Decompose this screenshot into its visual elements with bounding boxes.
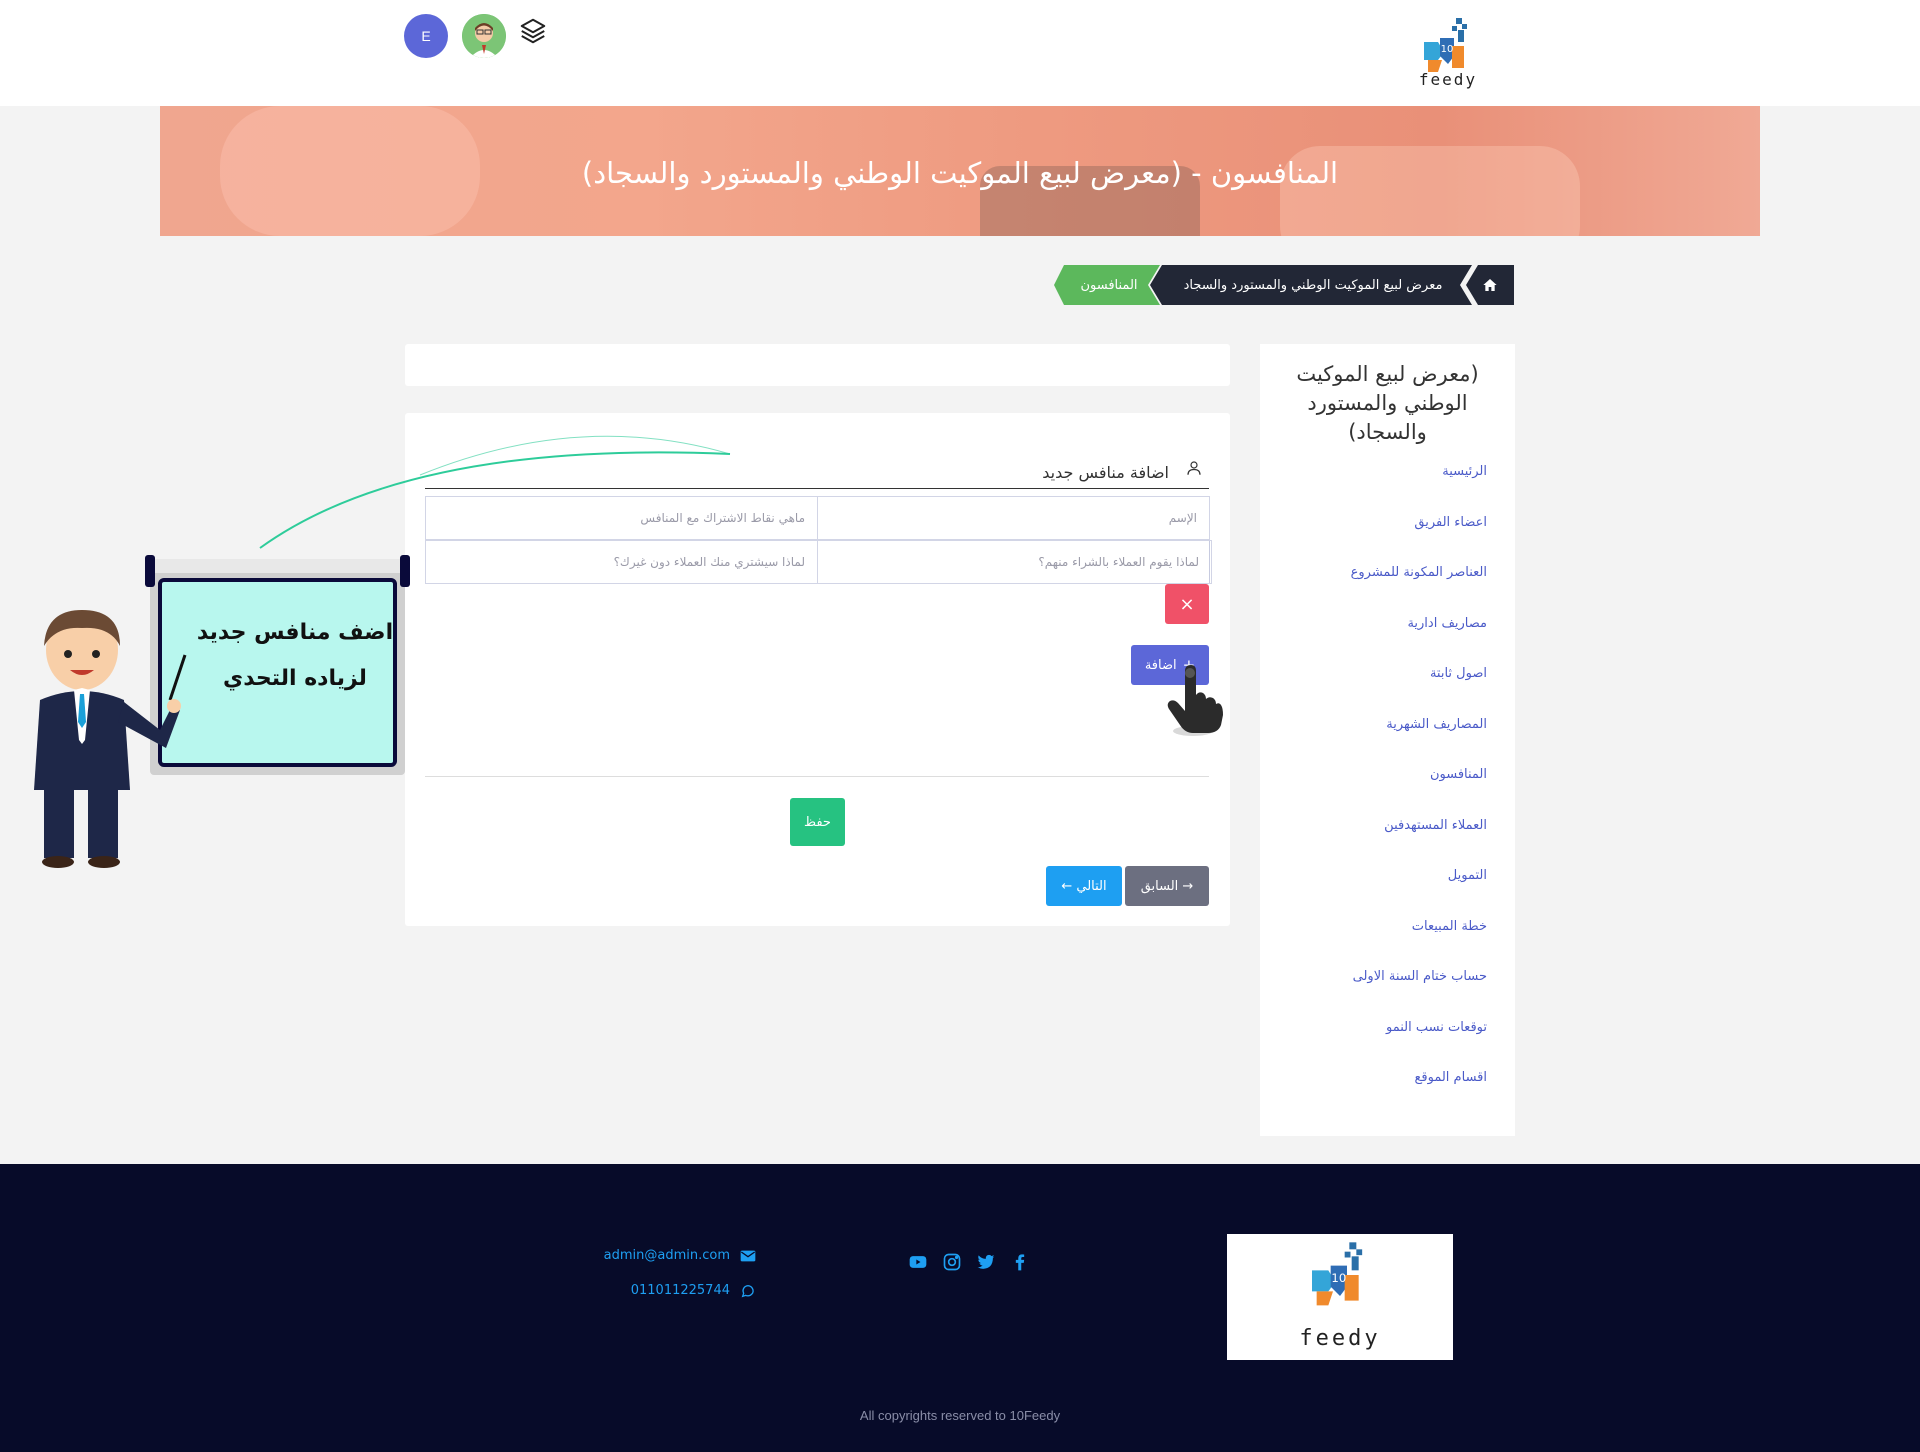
twitter-icon[interactable] bbox=[976, 1252, 996, 1272]
sidebar-item-project-components[interactable]: العناصر المكونة للمشروع bbox=[1267, 565, 1487, 616]
svg-text:10: 10 bbox=[1331, 1271, 1346, 1285]
sidebar-item-financing[interactable]: التمويل bbox=[1267, 868, 1487, 919]
home-icon bbox=[1483, 279, 1497, 291]
copyright-text: All copyrights reserved to 10Feedy bbox=[859, 1408, 1061, 1423]
project-sidebar: (معرض لبيع الموكيت الوطني والمستورد والس… bbox=[1260, 344, 1515, 1136]
user-icon bbox=[1187, 461, 1201, 475]
name-cell bbox=[817, 496, 1210, 540]
footer-phone-row[interactable]: 011011225744 bbox=[604, 1273, 756, 1308]
top-navbar: E 10 feedy bbox=[0, 0, 1920, 106]
page-hero-banner: المنافسون - (معرض لبيع الموكيت الوطني وا… bbox=[160, 106, 1760, 236]
svg-text:10: 10 bbox=[1441, 44, 1454, 55]
save-button[interactable]: حفظ bbox=[790, 798, 845, 846]
next-button-label: التالي bbox=[1076, 878, 1107, 894]
sidebar-item-monthly-expenses[interactable]: المصاريف الشهرية bbox=[1267, 717, 1487, 768]
arrow-left-icon: ← bbox=[1061, 878, 1077, 894]
sidebar-menu: الرئيسية اعضاء الفريق العناصر المكونة لل… bbox=[1267, 464, 1487, 1121]
envelope-icon bbox=[740, 1250, 756, 1261]
tutorial-illustration: اضف منافس جديد لزياده التحدي bbox=[30, 420, 420, 870]
facebook-icon[interactable] bbox=[1010, 1252, 1030, 1272]
user-initial-avatar[interactable]: E bbox=[404, 14, 448, 58]
footer-email[interactable]: admin@admin.com bbox=[604, 1248, 730, 1263]
sidebar-item-fixed-assets[interactable]: اصول ثابتة bbox=[1267, 666, 1487, 717]
arrow-right-icon: → bbox=[1178, 878, 1194, 894]
breadcrumb-project[interactable]: معرض لبيع الموكيت الوطني والمستورد والسج… bbox=[1150, 265, 1476, 305]
youtube-icon[interactable] bbox=[908, 1252, 928, 1272]
previous-button-label: السابق bbox=[1140, 878, 1179, 894]
layers-icon[interactable] bbox=[518, 16, 548, 46]
info-panel bbox=[405, 344, 1230, 386]
why-customers-buy-input[interactable] bbox=[818, 541, 1211, 583]
sidebar-item-competitors[interactable]: المنافسون bbox=[1267, 767, 1487, 818]
sidebar-item-target-customers[interactable]: العملاء المستهدفين bbox=[1267, 818, 1487, 869]
footer-logo-text: feedy bbox=[1299, 1326, 1381, 1351]
page-title: المنافسون - (معرض لبيع الموكيت الوطني وا… bbox=[581, 156, 1339, 190]
sidebar-item-first-year-closing[interactable]: حساب ختام السنة الاولى bbox=[1267, 969, 1487, 1020]
pointer-hand-icon bbox=[1167, 665, 1223, 736]
social-links bbox=[908, 1252, 1030, 1272]
section-title: اضافة منافس جديد bbox=[1042, 463, 1169, 482]
previous-button[interactable]: → السابق bbox=[1125, 866, 1209, 906]
breadcrumb-home[interactable] bbox=[1466, 265, 1514, 305]
sidebar-title: (معرض لبيع الموكيت الوطني والمستورد والس… bbox=[1296, 362, 1479, 444]
site-footer: 10 feedy admin@admin.com 011011225744 Al… bbox=[0, 1164, 1920, 1452]
sidebar-item-growth-forecast[interactable]: توقعات نسب النمو bbox=[1267, 1020, 1487, 1071]
instagram-icon[interactable] bbox=[942, 1252, 962, 1272]
footer-logo[interactable]: 10 feedy bbox=[1227, 1234, 1453, 1360]
sidebar-item-home[interactable]: الرئيسية bbox=[1267, 464, 1487, 515]
whatsapp-icon bbox=[741, 1284, 754, 1297]
sidebar-item-site-sections[interactable]: اقسام الموقع bbox=[1267, 1070, 1487, 1121]
footer-phone[interactable]: 011011225744 bbox=[631, 1283, 730, 1298]
form-divider bbox=[425, 776, 1209, 777]
remove-row-button[interactable]: × bbox=[1165, 584, 1209, 624]
footer-email-row[interactable]: admin@admin.com bbox=[604, 1238, 756, 1273]
presenter-character-icon bbox=[34, 610, 187, 868]
why-buy-cell bbox=[817, 540, 1212, 584]
sidebar-item-team-members[interactable]: اعضاء الفريق bbox=[1267, 515, 1487, 566]
sidebar-item-admin-expenses[interactable]: مصاريف ادارية bbox=[1267, 616, 1487, 667]
breadcrumb-current: المنافسون bbox=[1054, 265, 1164, 305]
user-avatar[interactable] bbox=[462, 14, 506, 58]
footer-contact: admin@admin.com 011011225744 bbox=[604, 1238, 756, 1308]
next-button[interactable]: التالي ← bbox=[1046, 866, 1122, 906]
sidebar-item-sales-plan[interactable]: خطة المبيعات bbox=[1267, 919, 1487, 970]
competitor-name-input[interactable] bbox=[818, 497, 1209, 539]
site-logo-text: feedy bbox=[1418, 70, 1478, 89]
